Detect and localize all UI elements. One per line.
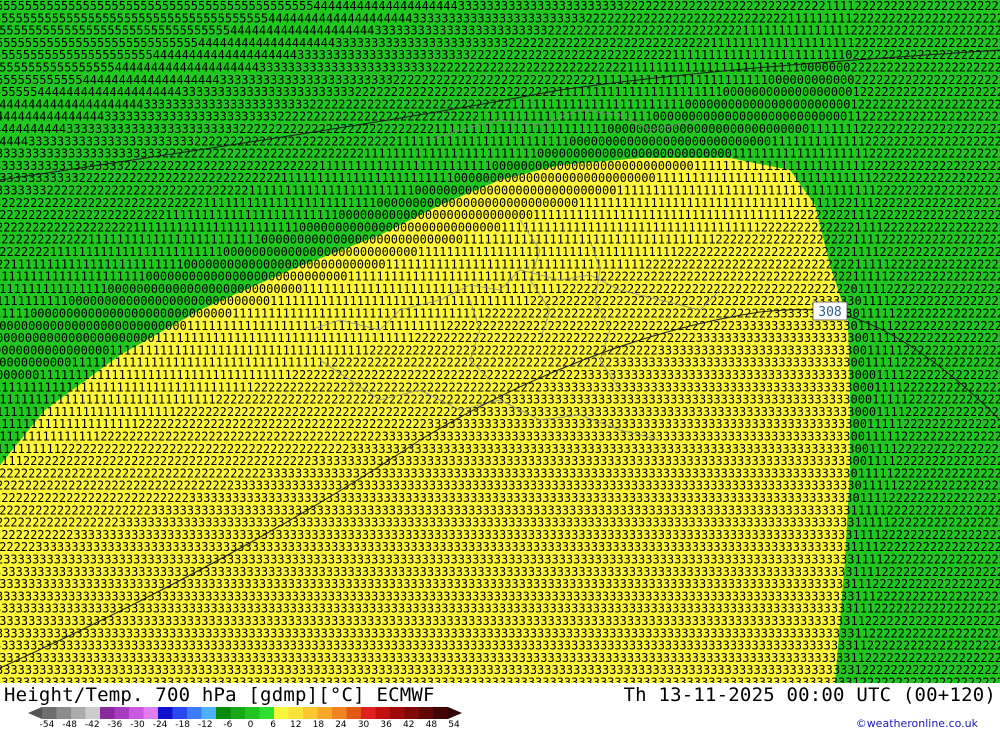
- map-footer: Height/Temp. 700 hPa [gdmp][°C] ECMWF Th…: [0, 683, 1000, 733]
- scale-swatch: [172, 707, 188, 719]
- color-scale-bar: [28, 707, 462, 719]
- scale-swatch: [259, 707, 275, 719]
- temperature-digit-grid: 5555555555555555555555555555555555555555…: [0, 0, 1000, 683]
- scale-swatch: [230, 707, 246, 719]
- scale-swatch: [332, 707, 347, 719]
- scale-right-arrow: [448, 707, 462, 719]
- scale-swatch: [42, 707, 57, 719]
- scale-tick-label: -54: [39, 720, 55, 730]
- scale-swatch: [346, 707, 362, 719]
- scale-swatch: [303, 707, 318, 719]
- scale-swatch: [419, 707, 434, 719]
- scale-tick-label: -24: [152, 720, 168, 730]
- scale-tick-label: -12: [197, 720, 213, 730]
- scale-swatch: [245, 707, 260, 719]
- scale-swatch: [361, 707, 376, 719]
- scale-tick-label: 18: [312, 720, 325, 730]
- scale-tick-label: 0: [247, 720, 254, 730]
- scale-swatch: [56, 707, 72, 719]
- scale-tick-label: -18: [175, 720, 191, 730]
- scale-swatch: [274, 707, 289, 719]
- scale-swatch: [187, 707, 202, 719]
- scale-tick-label: -36: [107, 720, 123, 730]
- scale-tick-label: -42: [84, 720, 100, 730]
- contour-label-box: 308: [812, 301, 848, 321]
- scale-swatch: [317, 707, 333, 719]
- scale-swatch: [216, 707, 231, 719]
- scale-swatch: [433, 707, 449, 719]
- scale-left-arrow: [28, 707, 42, 719]
- scale-tick-label: 48: [425, 720, 438, 730]
- scale-tick-label: -48: [62, 720, 77, 730]
- color-scale-ticks: -54 -48 -42 -36 -30 -24 -18 -12 -6 0 6 12 18 24 30 36 42…: [0, 720, 480, 732]
- scale-swatch: [114, 707, 130, 719]
- scale-swatch: [404, 707, 420, 719]
- weather-map: 5555555555555555555555555555555555555555…: [0, 0, 1000, 683]
- scale-swatch: [390, 707, 405, 719]
- scale-swatch: [143, 707, 159, 719]
- scale-swatch: [158, 707, 173, 719]
- scale-swatch: [85, 707, 101, 719]
- scale-tick-label: 12: [289, 720, 302, 730]
- scale-swatch: [375, 707, 391, 719]
- scale-tick-label: 24: [335, 720, 347, 730]
- scale-tick-label: 30: [357, 720, 370, 730]
- scale-tick-label: 6: [270, 720, 276, 730]
- scale-swatch: [100, 707, 115, 719]
- scale-swatch: [201, 707, 217, 719]
- forecast-datetime: Th 13-11-2025 00:00 UTC (00+120): [623, 684, 996, 706]
- credit-link[interactable]: ©weatheronline.co.uk: [856, 717, 978, 730]
- scale-tick-label: -6: [223, 720, 233, 730]
- contour-label: 308: [818, 305, 841, 320]
- scale-tick-label: 54: [448, 720, 460, 730]
- scale-tick-label: 36: [380, 720, 392, 730]
- scale-swatch: [288, 707, 304, 719]
- scale-tick-label: 42: [403, 720, 415, 730]
- digit-row: 3333333333333333333333333333333333333333…: [0, 676, 1000, 684]
- map-title: Height/Temp. 700 hPa [gdmp][°C] ECMWF: [4, 684, 435, 706]
- scale-tick-label: -30: [130, 720, 145, 730]
- scale-swatch: [71, 707, 86, 719]
- scale-swatch: [129, 707, 144, 719]
- temperature-map-svg: 5555555555555555555555555555555555555555…: [0, 0, 1000, 683]
